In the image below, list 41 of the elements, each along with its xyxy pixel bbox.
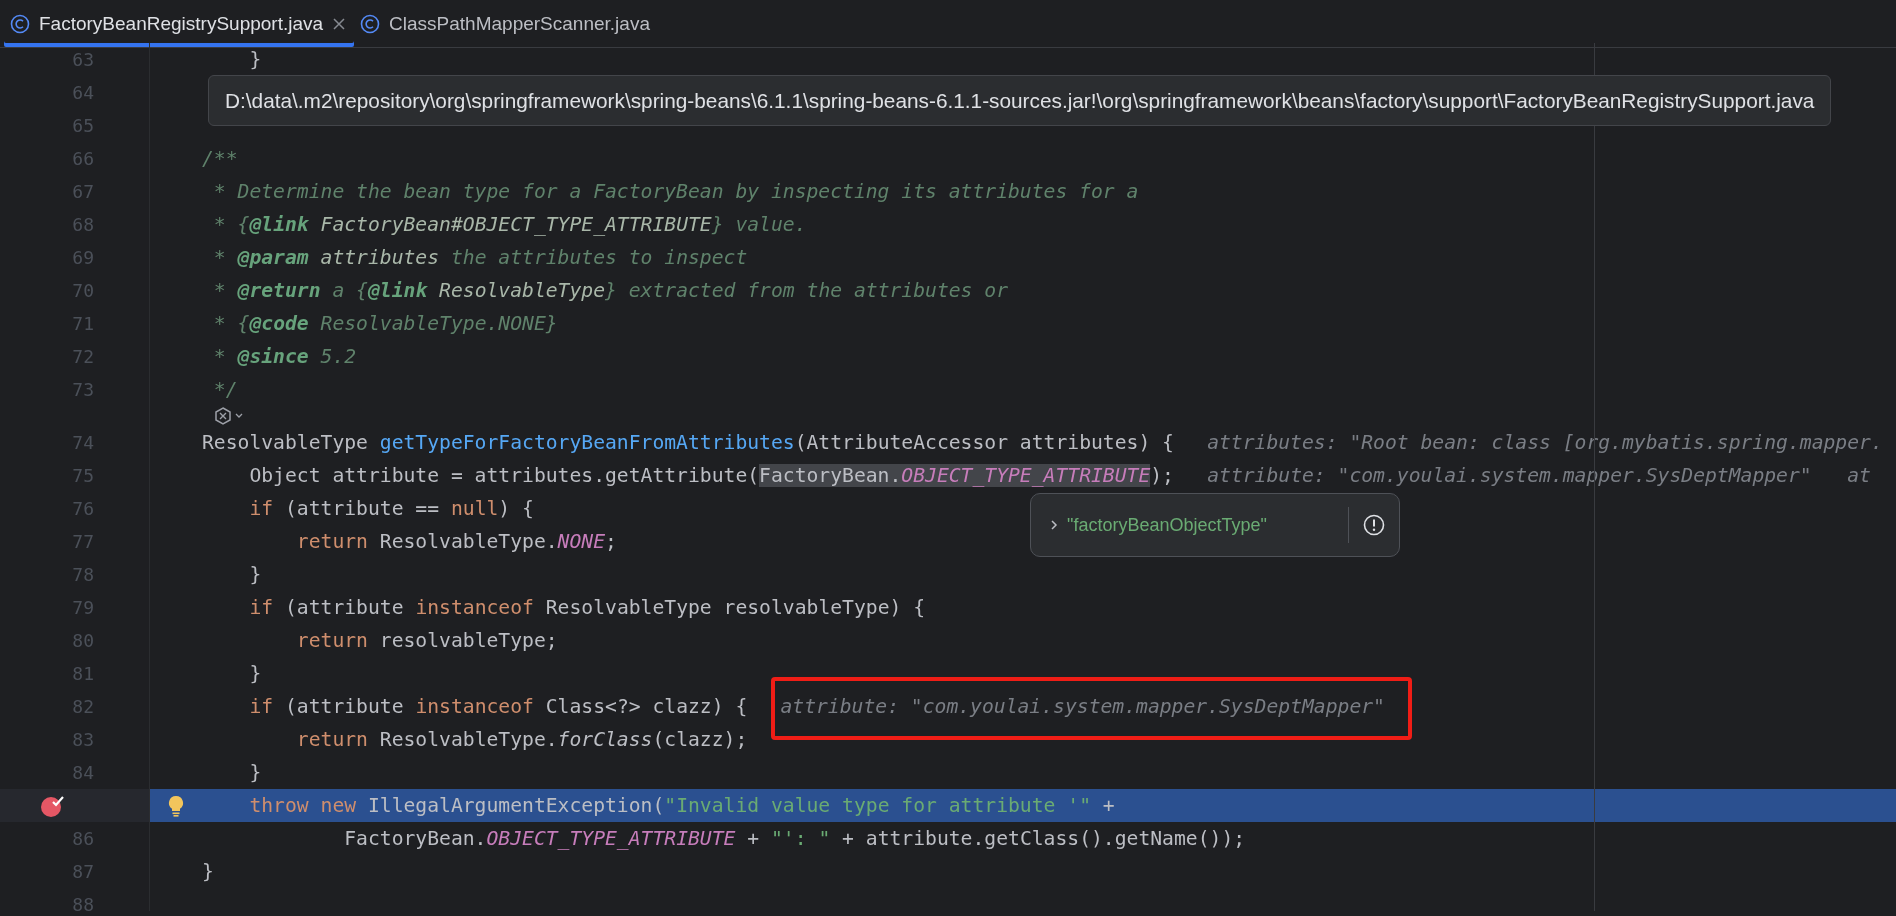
inline-hint: attributes: "Root bean: class [org.mybatis.spring.mapper. (1207, 431, 1883, 454)
chevron-down-icon (234, 412, 244, 420)
code-line: * Determine the bean type for a FactoryBean by inspecting its attributes for a (212, 180, 1139, 203)
code-line: return ResolvableType.forClass(clazz); (295, 728, 748, 751)
code-line: Object attribute = attributes.getAttribute(FactoryBean.OBJECT_TYPE_ATTRIBUTE); (248, 464, 1174, 487)
code-line: throw new IllegalArgumentException("Invalid value type for attribute '" + (248, 794, 1115, 817)
editor-tab[interactable]: FactoryBeanRegistrySupport.java (4, 0, 355, 47)
popup-value: "factoryBeanObjectType" (1067, 514, 1267, 536)
chevron-right-icon (1049, 518, 1059, 532)
hint-menu-button[interactable] (214, 407, 244, 425)
code-line: if (attribute instanceof Class<?> clazz) { (248, 695, 748, 718)
code-line: ResolvableType getTypeForFactoryBeanFromAttributes(AttributeAccessor attributes) { (202, 431, 1174, 454)
inline-hint: attribute: "com.youlai.system.mapper.SysDeptMapper" (1207, 464, 1812, 487)
code-line: * @return a {@link ResolvableType} extracted from the attributes or (212, 279, 1009, 302)
code-line: * @since 5.2 (212, 345, 357, 368)
code-line: return resolvableType; (295, 629, 558, 652)
lightbulb-icon[interactable] (167, 793, 185, 818)
code-line: */ (212, 378, 238, 401)
code-line: FactoryBean.OBJECT_TYPE_ATTRIBUTE + "': " + attribute.getClass().getName()); (343, 827, 1246, 850)
code-line: } (248, 761, 262, 784)
editor-tab[interactable]: ClassPathMapperScanner.java (354, 0, 658, 47)
inline-hint: attribute: "com.youlai.system.mapper.SysDeptMapper" (780, 695, 1385, 718)
code-line: * {@code ResolvableType.NONE} (212, 312, 558, 335)
hexagon-icon (214, 407, 232, 425)
inline-hint: at (1847, 464, 1871, 487)
class-icon (360, 13, 381, 34)
code-line: } (248, 563, 262, 586)
code-line: /** (202, 147, 238, 170)
code-line: } (202, 860, 214, 883)
code-line: return ResolvableType.NONE; (295, 530, 617, 553)
close-icon[interactable] (332, 16, 347, 31)
info-icon[interactable] (1363, 514, 1385, 536)
code-line: if (attribute instanceof ResolvableType resolvableType) { (248, 596, 926, 619)
expand-button[interactable] (1049, 518, 1059, 532)
file-path-tooltip: D:\data\.m2\repository\org\springframework\spring-beans\6.1.1\spring-beans-6.1.1-sources.jar!\org\springframework\beans\factory\support\FactoryBeanRegistrySupport.java (208, 75, 1832, 126)
code-line: } (248, 48, 262, 71)
code-line: } (248, 662, 262, 685)
code-line: * @param attributes the attributes to inspect (212, 246, 748, 269)
code-line: * {@link FactoryBean#OBJECT_TYPE_ATTRIBUTE} value. (212, 213, 807, 236)
code-line: if (attribute == null) { (248, 497, 534, 520)
class-icon (10, 13, 30, 34)
